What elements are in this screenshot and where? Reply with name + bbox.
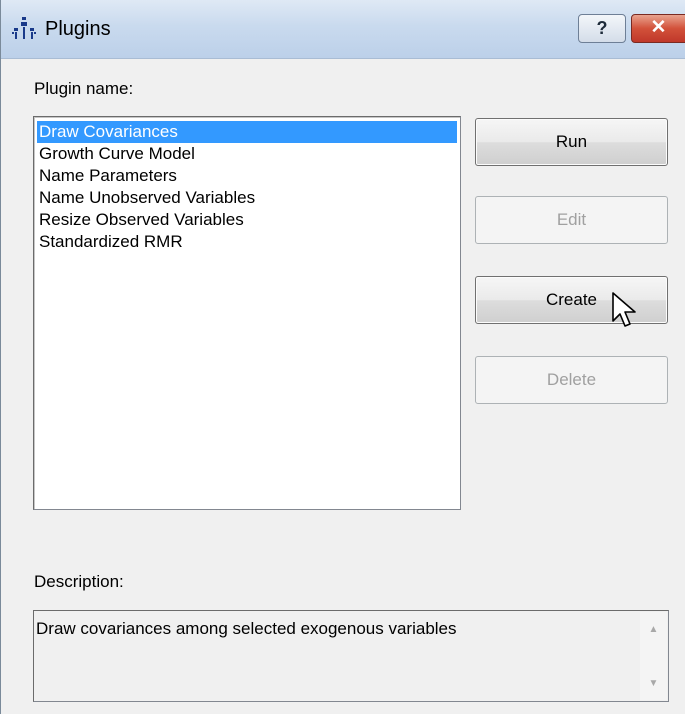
help-button[interactable]: ? bbox=[578, 14, 626, 43]
close-button[interactable]: ✕ bbox=[631, 14, 685, 43]
help-icon: ? bbox=[596, 18, 608, 38]
description-label: Description: bbox=[34, 572, 124, 591]
list-item[interactable]: Draw Covariances bbox=[37, 121, 457, 143]
description-text: Draw covariances among selected exogenou… bbox=[36, 619, 457, 638]
description-box: Draw covariances among selected exogenou… bbox=[33, 610, 669, 702]
list-item[interactable]: Growth Curve Model bbox=[37, 143, 457, 165]
scroll-down-icon[interactable]: ▼ bbox=[640, 674, 667, 694]
mouse-pointer-icon bbox=[612, 292, 636, 327]
list-item[interactable]: Standardized RMR bbox=[37, 231, 457, 253]
description-scrollbar[interactable]: ▲ ▼ bbox=[640, 612, 667, 700]
plugins-dialog: Plugins ? ✕ Plugin name: Draw Covariance… bbox=[0, 0, 685, 714]
title-bar: Plugins ? ✕ bbox=[1, 0, 685, 59]
plugin-name-label: Plugin name: bbox=[34, 79, 134, 98]
edit-button[interactable]: Edit bbox=[475, 196, 668, 244]
scroll-up-icon[interactable]: ▲ bbox=[640, 620, 667, 640]
close-icon: ✕ bbox=[650, 17, 667, 38]
run-button[interactable]: Run bbox=[475, 118, 668, 166]
list-item[interactable]: Name Parameters bbox=[37, 165, 457, 187]
delete-button[interactable]: Delete bbox=[475, 356, 668, 404]
plugin-list[interactable]: Draw Covariances Growth Curve Model Name… bbox=[33, 116, 461, 510]
plugins-app-icon bbox=[12, 17, 36, 39]
create-button[interactable]: Create bbox=[475, 276, 668, 324]
list-item[interactable]: Resize Observed Variables bbox=[37, 209, 457, 231]
window-title: Plugins bbox=[45, 18, 111, 40]
list-item[interactable]: Name Unobserved Variables bbox=[37, 187, 457, 209]
